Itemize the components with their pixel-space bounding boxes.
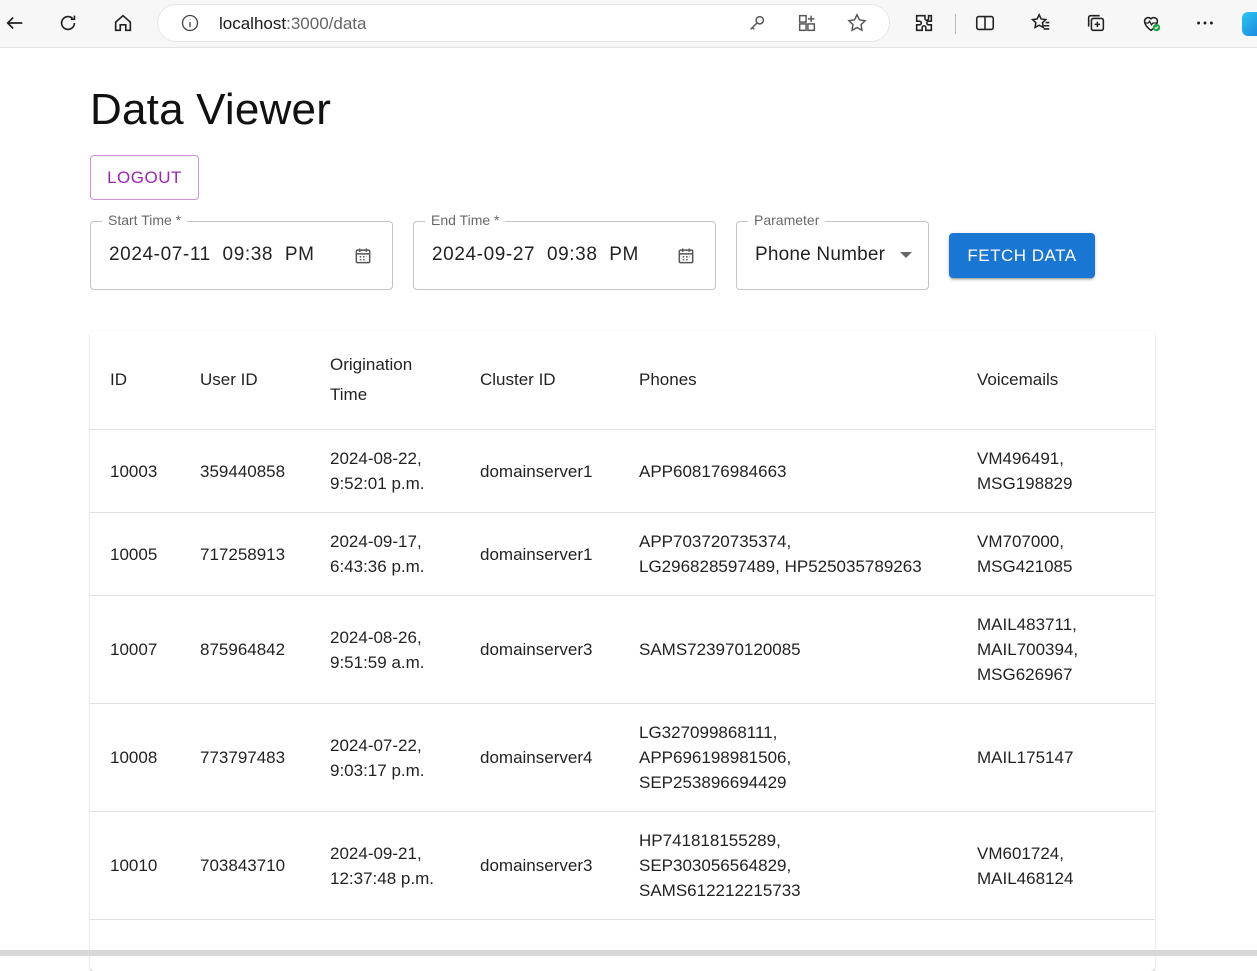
cell-id: 10008 — [90, 703, 180, 812]
cell-origination-time: 2024-07-22, 9:03:17 p.m. — [310, 703, 460, 812]
key-icon[interactable] — [746, 12, 768, 34]
cell-phones: SAMS723970120085 — [619, 595, 957, 704]
table-body: 10003 359440858 2024-08-22, 9:52:01 p.m. dom… — [90, 429, 1155, 920]
home-icon[interactable] — [108, 8, 138, 38]
cell-cluster-id: domainserver3 — [460, 595, 619, 704]
cell-phones: APP703720735374, LG296828597489, HP525035… — [619, 512, 957, 596]
cell-user-id: 875964842 — [180, 595, 310, 704]
cell-id: 10007 — [90, 595, 180, 704]
end-time-label: End Time * — [425, 212, 506, 228]
browser-essentials-icon[interactable] — [1136, 8, 1166, 38]
more-icon[interactable] — [1190, 8, 1220, 38]
logout-button[interactable]: LOGOUT — [90, 155, 199, 200]
url-text[interactable]: localhost:3000/data — [219, 14, 366, 34]
toolbar-divider — [955, 14, 956, 34]
cell-user-id: 703843710 — [180, 811, 310, 920]
data-table: ID User ID Origination Time Cluster ID Ph… — [90, 331, 1155, 920]
header-phones: Phones — [619, 331, 957, 430]
refresh-icon[interactable] — [53, 8, 83, 38]
cell-id: 10003 — [90, 429, 180, 513]
edge-logo[interactable] — [1242, 12, 1257, 36]
header-id: ID — [90, 331, 180, 430]
split-screen-icon[interactable] — [970, 8, 1000, 38]
cell-phones: HP741818155289, SEP303056564829, SAMS61221… — [619, 811, 957, 920]
page-title: Data Viewer — [90, 85, 332, 134]
table-header-row: ID User ID Origination Time Cluster ID Ph… — [90, 331, 1155, 430]
parameter-label: Parameter — [748, 212, 826, 228]
start-time-label: Start Time * — [102, 212, 188, 228]
data-table-container: ID User ID Origination Time Cluster ID Ph… — [90, 331, 1155, 971]
parameter-value[interactable]: Phone Number — [755, 244, 885, 266]
dropdown-caret-icon[interactable] — [900, 252, 912, 258]
cell-id: 10005 — [90, 512, 180, 596]
cell-user-id: 359440858 — [180, 429, 310, 513]
table-row: 10003 359440858 2024-08-22, 9:52:01 p.m. dom… — [90, 429, 1155, 513]
cell-cluster-id: domainserver1 — [460, 429, 619, 513]
cell-voicemails: VM707000, MSG421085 — [957, 512, 1155, 596]
address-bar[interactable]: localhost:3000/data — [158, 5, 889, 41]
table-row: 10007 875964842 2024-08-26, 9:51:59 a.m. dom… — [90, 595, 1155, 704]
info-icon[interactable] — [180, 13, 200, 33]
bottom-edge — [0, 950, 1257, 956]
header-origination-time: Origination Time — [310, 331, 460, 430]
calendar-icon[interactable] — [676, 246, 696, 266]
cell-cluster-id: domainserver4 — [460, 703, 619, 812]
start-time-field[interactable]: Start Time * 2024-07-11 09:38 PM — [90, 212, 393, 290]
end-time-field[interactable]: End Time * 2024-09-27 09:38 PM — [413, 212, 716, 290]
favorite-star-icon[interactable] — [846, 12, 868, 34]
cell-origination-time: 2024-08-22, 9:52:01 p.m. — [310, 429, 460, 513]
cell-origination-time: 2024-08-26, 9:51:59 a.m. — [310, 595, 460, 704]
end-time-value[interactable]: 2024-09-27 09:38 PM — [432, 244, 639, 266]
cell-cluster-id: domainserver1 — [460, 512, 619, 596]
table-row: 10005 717258913 2024-09-17, 6:43:36 p.m. dom… — [90, 512, 1155, 596]
back-icon[interactable] — [0, 8, 30, 38]
fetch-data-button[interactable]: FETCH DATA — [949, 233, 1095, 278]
cell-id: 10010 — [90, 811, 180, 920]
header-user-id: User ID — [180, 331, 310, 430]
extensions-icon[interactable] — [909, 8, 939, 38]
cell-origination-time: 2024-09-21, 12:37:48 p.m. — [310, 811, 460, 920]
header-cluster-id: Cluster ID — [460, 331, 619, 430]
parameter-select[interactable]: Parameter Phone Number — [736, 212, 929, 290]
calendar-icon[interactable] — [353, 246, 373, 266]
cell-voicemails: MAIL483711, MAIL700394, MSG626967 — [957, 595, 1155, 704]
start-time-value[interactable]: 2024-07-11 09:38 PM — [109, 244, 315, 266]
cell-voicemails: VM496491, MSG198829 — [957, 429, 1155, 513]
cell-origination-time: 2024-09-17, 6:43:36 p.m. — [310, 512, 460, 596]
header-voicemails: Voicemails — [957, 331, 1155, 430]
table-row: 10010 703843710 2024-09-21, 12:37:48 p.m. do… — [90, 811, 1155, 920]
table-row: 10008 773797483 2024-07-22, 9:03:17 p.m. dom… — [90, 703, 1155, 812]
cell-user-id: 717258913 — [180, 512, 310, 596]
cell-user-id: 773797483 — [180, 703, 310, 812]
cell-voicemails: MAIL175147 — [957, 703, 1155, 812]
favorites-icon[interactable] — [1026, 8, 1056, 38]
cell-voicemails: VM601724, MAIL468124 — [957, 811, 1155, 920]
cell-phones: APP608176984663 — [619, 429, 957, 513]
collections-icon[interactable] — [1081, 8, 1111, 38]
browser-toolbar: localhost:3000/data — [0, 0, 1257, 48]
app-icon[interactable] — [796, 12, 818, 34]
cell-phones: LG327099868111, APP696198981506, SEP253896… — [619, 703, 957, 812]
cell-cluster-id: domainserver3 — [460, 811, 619, 920]
